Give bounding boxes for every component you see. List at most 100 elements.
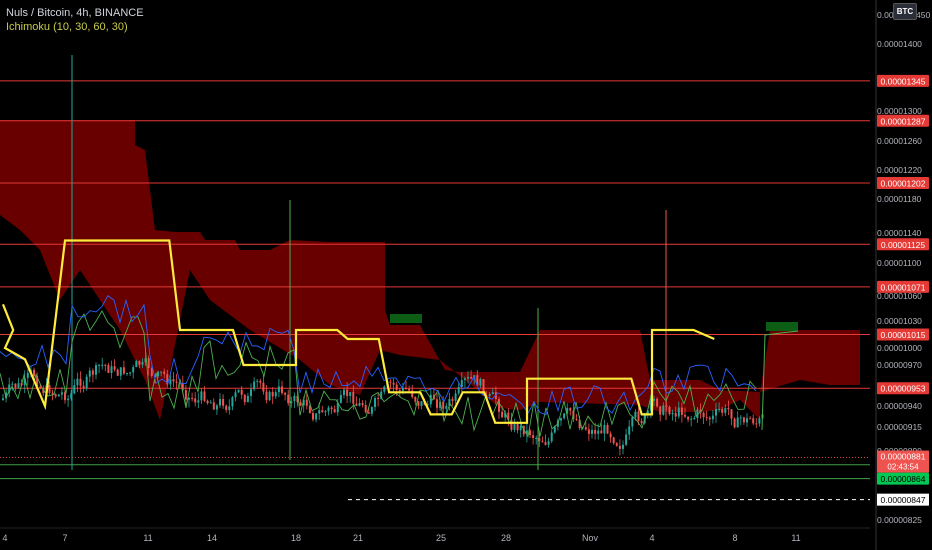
time-tick-label: 21 (353, 533, 363, 543)
candle-body (299, 402, 302, 406)
time-tick-label: 18 (291, 533, 301, 543)
candle-body (17, 383, 20, 388)
candle-body (383, 386, 386, 392)
symbol-title[interactable]: Nuls / Bitcoin, 4h, BINANCE (6, 6, 144, 20)
candle-body (287, 394, 290, 404)
candle-body (668, 406, 671, 415)
chart-legend: Nuls / Bitcoin, 4h, BINANCE Ichimoku (10… (6, 6, 144, 34)
candle-body (240, 389, 243, 395)
level-badge-label: 0.00001202 (881, 179, 926, 189)
candle-body (343, 389, 345, 396)
candle-body (290, 401, 293, 404)
candle-body (352, 392, 355, 404)
time-tick-label: 11 (791, 533, 800, 543)
price-tick-label: 0.00001400 (877, 39, 922, 49)
candle-body (488, 394, 491, 396)
candle-body (169, 379, 172, 385)
candle-body (361, 403, 364, 405)
candle-body (708, 417, 711, 420)
candle-body (104, 364, 107, 366)
indicator-label[interactable]: Ichimoku (10, 30, 60, 30) (6, 20, 144, 34)
candle-body (91, 370, 94, 375)
candle-body (392, 382, 395, 385)
candle-body (318, 410, 321, 414)
candle-body (85, 376, 88, 388)
candle-body (671, 412, 674, 415)
candle-body (349, 392, 352, 396)
candle-body (305, 399, 308, 406)
time-axis[interactable]: 4 7 11 14 18 21 25 28 Nov 4 8 11 (0, 527, 870, 543)
candle-body (457, 386, 460, 394)
candle-body (715, 409, 717, 416)
candle-body (237, 389, 240, 393)
candle-body (277, 386, 280, 393)
candle-body (54, 394, 57, 397)
candle-body (755, 423, 758, 425)
price-tick-label: 0.00001180 (877, 194, 922, 204)
cloud-bullish-2 (766, 322, 798, 331)
level-badge-label: 0.00000864 (881, 474, 926, 484)
candle-body (591, 429, 593, 434)
level-badge-label: 0.00001287 (881, 116, 926, 126)
price-tick-label: 0.00001100 (877, 258, 922, 268)
price-tick-label: 0.00000940 (877, 401, 922, 411)
time-tick-label: 14 (207, 533, 217, 543)
candle-body (203, 391, 206, 401)
candle-body (631, 417, 634, 427)
candle-body (141, 362, 144, 365)
time-tick-label: Nov (582, 533, 599, 543)
price-chart[interactable]: 0.0000 4500.000014000.000013000.000012600… (0, 0, 932, 550)
candle-body (711, 415, 714, 420)
candle-body (690, 418, 693, 420)
candle-body (126, 373, 128, 375)
candle-body (597, 430, 600, 434)
candle-body (587, 429, 590, 434)
candle-body (284, 392, 287, 395)
candle-body (541, 441, 544, 443)
price-tick-top-suffix: 450 (916, 10, 930, 20)
candle-body (358, 403, 361, 406)
candle-body (367, 412, 370, 414)
candle-body (2, 398, 4, 400)
candle-body (569, 407, 572, 411)
candle-body (640, 420, 643, 424)
candle-body (57, 394, 60, 397)
candle-body (250, 389, 252, 397)
candle-body (246, 396, 249, 403)
candle-body (228, 406, 231, 411)
candle-body (175, 381, 178, 383)
candle-body (110, 366, 113, 373)
candle-body (374, 398, 376, 408)
candle-body (609, 433, 612, 438)
candle-body (234, 392, 237, 398)
candle-body (324, 411, 327, 413)
candle-body (330, 407, 333, 410)
candle-body (206, 400, 209, 404)
candle-body (271, 391, 274, 397)
candle-body (129, 372, 132, 374)
current-price-label: 0.00000881 (881, 452, 926, 462)
candle-body (637, 411, 640, 421)
candle-body (742, 417, 745, 423)
candle-body (256, 380, 259, 382)
candle-body (48, 385, 51, 393)
candle-body (544, 442, 547, 445)
price-tick-label: 0.00001220 (877, 165, 922, 175)
time-tick-label: 4 (649, 533, 654, 543)
candle-body (76, 378, 79, 386)
candle-body (674, 412, 677, 417)
candle-body (730, 409, 733, 419)
candle-body (479, 379, 482, 386)
candle-body (160, 371, 163, 373)
price-tick-label: 0.00000915 (877, 422, 922, 432)
candle-body (116, 369, 119, 376)
candle-body (451, 399, 454, 401)
candle-body (327, 407, 330, 412)
candle-body (339, 395, 342, 403)
candle-body (535, 437, 538, 439)
candle-body (454, 393, 457, 401)
candle-body (225, 405, 228, 411)
candle-body (321, 410, 324, 413)
candle-body (135, 361, 138, 368)
currency-badge[interactable]: BTC (893, 3, 917, 20)
